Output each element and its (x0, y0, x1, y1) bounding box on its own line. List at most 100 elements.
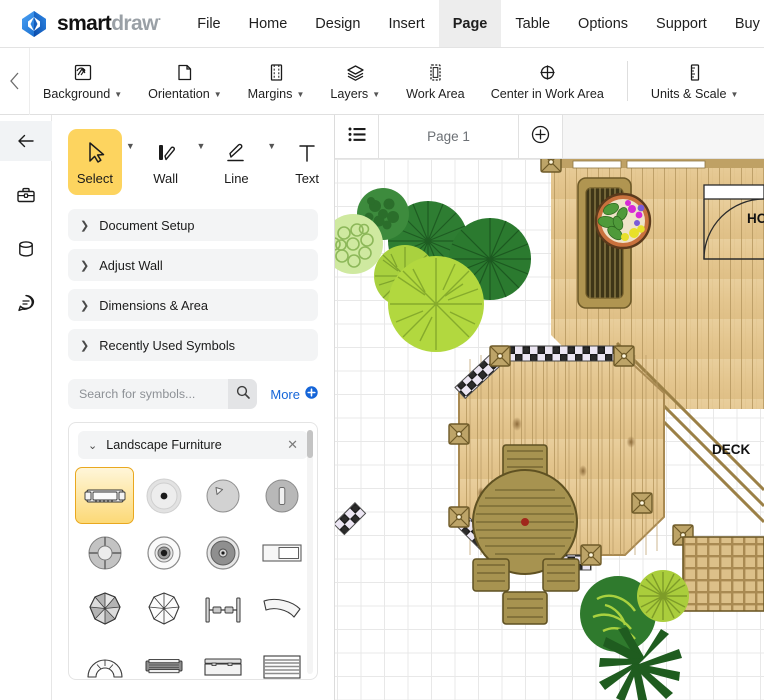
page-tab-page-1[interactable]: Page 1 (379, 115, 519, 158)
symbol-library-panel: ⌄ Landscape Furniture ✕ (68, 422, 318, 680)
tool-wall-chevron-down-icon[interactable]: ▼ (193, 129, 210, 151)
symbol-curved-bench[interactable] (252, 581, 311, 638)
more-symbols-link[interactable]: More (270, 386, 318, 402)
brand-logo-group[interactable]: smartdraw· (0, 0, 183, 47)
symbol-umbrella-shaded[interactable] (75, 581, 134, 638)
ruler-icon (685, 62, 704, 84)
menu-item-page[interactable]: Page (438, 0, 502, 47)
symbol-planter-bench[interactable] (193, 638, 252, 679)
page-list-button[interactable] (335, 115, 379, 158)
chevron-right-icon: ❯ (80, 219, 90, 232)
symbol-scrollbar-track[interactable] (307, 430, 313, 674)
lattice-pergola (682, 536, 764, 612)
close-icon[interactable]: ✕ (287, 437, 298, 453)
ribbon-button-work-area[interactable]: Work Area (393, 50, 478, 112)
symbol-deck-panel[interactable] (252, 638, 311, 679)
ribbon-button-orientation[interactable]: Orientation ▼ (135, 50, 235, 112)
symbol-round-table[interactable] (134, 467, 193, 524)
tools-panel: Select ▼ Wall ▼ Line ▼ Text ❯ Document S… (52, 115, 335, 700)
ribbon-label-background: Background (43, 86, 111, 101)
center-work-area-icon (536, 62, 559, 84)
tool-text[interactable]: Text (280, 129, 334, 195)
background-icon (71, 62, 94, 84)
smartdraw-logo-icon (20, 10, 48, 38)
search-input[interactable] (79, 387, 217, 401)
menu-item-buy[interactable]: Buy (721, 0, 764, 47)
tool-text-label: Text (295, 170, 320, 186)
ribbon-separator (626, 61, 628, 101)
symbol-umbrella-open[interactable] (134, 581, 193, 638)
chevron-right-icon: ❯ (80, 339, 90, 352)
symbol-rect-table[interactable] (252, 524, 311, 581)
left-icon-rail (0, 115, 52, 700)
brand-tm: · (157, 12, 162, 26)
symbol-round-table-quad[interactable] (75, 524, 134, 581)
rail-toolbox-icon[interactable] (0, 175, 52, 215)
ribbon-label-layers: Layers (330, 86, 369, 101)
symbol-scrollbar-thumb[interactable] (307, 430, 313, 458)
page-bar-empty (563, 115, 764, 158)
accordion-adjust-wall[interactable]: ❯ Adjust Wall (68, 249, 318, 281)
rail-back-arrow-icon[interactable] (0, 121, 52, 161)
menu-item-support[interactable]: Support (642, 0, 721, 47)
panel-accordions: ❯ Document Setup ❯ Adjust Wall ❯ Dimensi… (52, 203, 334, 361)
symbol-round-table-rings[interactable] (134, 524, 193, 581)
symbol-round-table-bar[interactable] (252, 467, 311, 524)
chevron-down-icon: ▼ (213, 89, 222, 99)
brand-secondary-text: draw (111, 12, 158, 35)
add-page-button[interactable] (519, 115, 563, 158)
ribbon-label-orientation: Orientation (148, 86, 210, 101)
menu-bar: smartdraw· File Home Design Insert Page … (0, 0, 764, 48)
add-page-icon (531, 125, 550, 149)
symbol-bench-rail[interactable] (193, 581, 252, 638)
accordion-document-setup[interactable]: ❯ Document Setup (68, 209, 318, 241)
menu-item-table[interactable]: Table (501, 0, 564, 47)
drawing-canvas[interactable]: DECK HO (335, 159, 764, 700)
tool-line-chevron-down-icon[interactable]: ▼ (263, 129, 280, 151)
search-input-wrap[interactable] (68, 379, 228, 409)
accordion-recently-used-symbols[interactable]: ❯ Recently Used Symbols (68, 329, 318, 361)
ribbon-label-center-in-work-area: Center in Work Area (490, 86, 604, 101)
search-button[interactable] (228, 379, 258, 409)
menu-items: File Home Design Insert Page Table Optio… (183, 0, 764, 47)
rail-database-icon[interactable] (0, 229, 52, 269)
rail-comment-icon[interactable] (0, 283, 52, 323)
ribbon-button-units-and-scale[interactable]: Units & Scale ▼ (638, 50, 752, 112)
accordion-document-setup-label: Document Setup (99, 217, 195, 233)
symbol-grid (69, 459, 317, 679)
tool-line[interactable]: Line (209, 129, 263, 195)
ribbon-button-layers[interactable]: Layers ▼ (317, 50, 393, 112)
symbol-arch-bench[interactable] (75, 638, 134, 679)
ribbon-button-margins[interactable]: Margins ▼ (235, 50, 318, 112)
page-orientation-icon (174, 62, 195, 84)
menu-item-insert[interactable]: Insert (374, 0, 438, 47)
tool-select[interactable]: Select (68, 129, 122, 195)
tool-wall[interactable]: Wall (139, 129, 193, 195)
symbol-library-title: Landscape Furniture (106, 438, 222, 452)
symbol-search-row: More (52, 369, 334, 409)
symbol-slat-bench[interactable] (134, 638, 193, 679)
brand-wordmark: smartdraw· (57, 12, 162, 35)
ribbon-label-work-area: Work Area (406, 86, 465, 101)
menu-item-file[interactable]: File (183, 0, 234, 47)
deck-plan-drawing: DECK HO (335, 159, 764, 700)
menu-item-design[interactable]: Design (301, 0, 374, 47)
page-tab-label: Page 1 (427, 129, 470, 144)
menu-item-home[interactable]: Home (235, 0, 302, 47)
symbol-chaise-lounge[interactable] (75, 467, 134, 524)
cursor-arrow-icon (83, 139, 107, 167)
line-pen-icon (223, 139, 249, 167)
tool-select-chevron-down-icon[interactable]: ▼ (122, 129, 139, 151)
symbol-library-header[interactable]: ⌄ Landscape Furniture ✕ (78, 431, 308, 459)
symbol-round-table-disc[interactable] (193, 524, 252, 581)
symbol-round-table-wedge[interactable] (193, 467, 252, 524)
accordion-dimensions-area[interactable]: ❯ Dimensions & Area (68, 289, 318, 321)
plus-circle-icon (305, 386, 318, 402)
chevron-down-icon: ▼ (730, 89, 739, 99)
menu-item-options[interactable]: Options (564, 0, 642, 47)
ribbon-collapse-chevron-left-icon[interactable] (0, 47, 30, 115)
ribbon-button-background[interactable]: Background ▼ (30, 50, 135, 112)
chevron-right-icon: ❯ (80, 299, 90, 312)
chevron-down-icon: ▼ (114, 89, 123, 99)
ribbon-button-center-in-work-area[interactable]: Center in Work Area (478, 50, 617, 112)
